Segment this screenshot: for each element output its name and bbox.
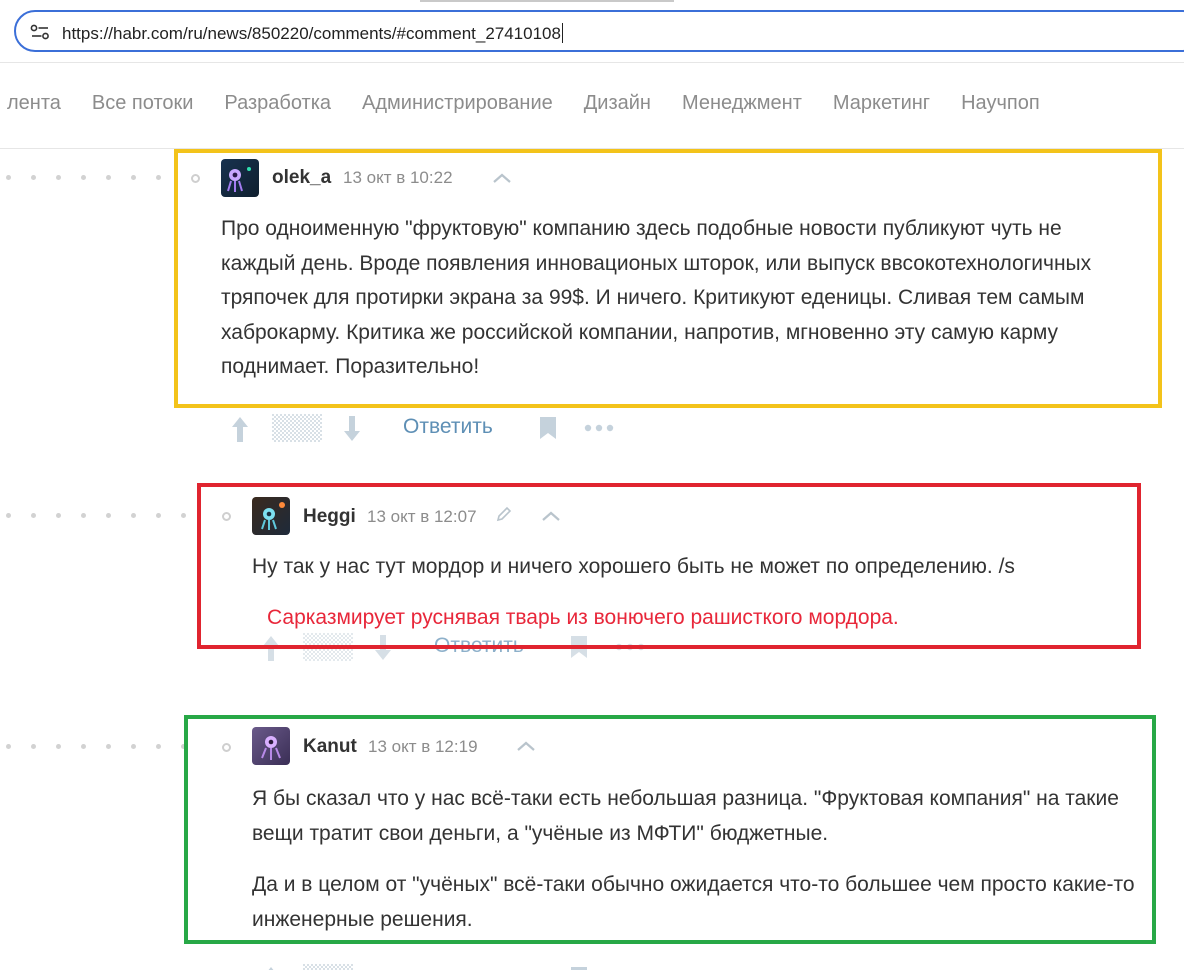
bookmark-icon[interactable] <box>570 966 588 970</box>
text-caret <box>561 23 563 43</box>
address-bar[interactable]: https://habr.com/ru/news/850220/comments… <box>14 10 1184 52</box>
url-text[interactable]: https://habr.com/ru/news/850220/comments… <box>62 23 563 44</box>
nav-item-design[interactable]: Дизайн <box>584 92 651 115</box>
hubs-nav: лента Все потоки Разработка Администриро… <box>7 92 1071 115</box>
thread-indent-dots <box>6 175 181 180</box>
comment-actions <box>260 962 660 970</box>
arrow-down-icon[interactable] <box>343 415 361 443</box>
nav-item-management[interactable]: Менеджмент <box>682 92 802 115</box>
site-settings-icon[interactable] <box>30 24 50 40</box>
nav-item-administration[interactable]: Администрирование <box>362 92 553 115</box>
tab-strip-edge <box>420 0 674 2</box>
rating-placeholder <box>272 414 322 442</box>
rating-placeholder <box>303 964 353 970</box>
highlight-box-yellow <box>174 149 1162 408</box>
bookmark-icon[interactable] <box>539 416 557 440</box>
more-icon[interactable] <box>584 424 614 432</box>
nav-item-development[interactable]: Разработка <box>224 92 331 115</box>
comment-actions: Ответить <box>229 412 629 444</box>
thread-indent-dots <box>6 744 206 749</box>
nav-item-marketing[interactable]: Маркетинг <box>833 92 930 115</box>
highlight-box-green <box>184 715 1156 944</box>
arrow-up-icon[interactable] <box>231 415 249 443</box>
thread-indent-dots <box>6 513 206 518</box>
reply-button[interactable]: Ответить <box>403 415 493 439</box>
toolbar-divider <box>0 62 1184 63</box>
url-value: https://habr.com/ru/news/850220/comments… <box>62 24 561 43</box>
arrow-up-icon[interactable] <box>262 965 280 970</box>
nav-item-feed[interactable]: лента <box>7 92 61 115</box>
nav-item-all-streams[interactable]: Все потоки <box>92 92 194 115</box>
nav-item-popsci[interactable]: Научпоп <box>961 92 1040 115</box>
highlight-box-red <box>197 483 1141 649</box>
